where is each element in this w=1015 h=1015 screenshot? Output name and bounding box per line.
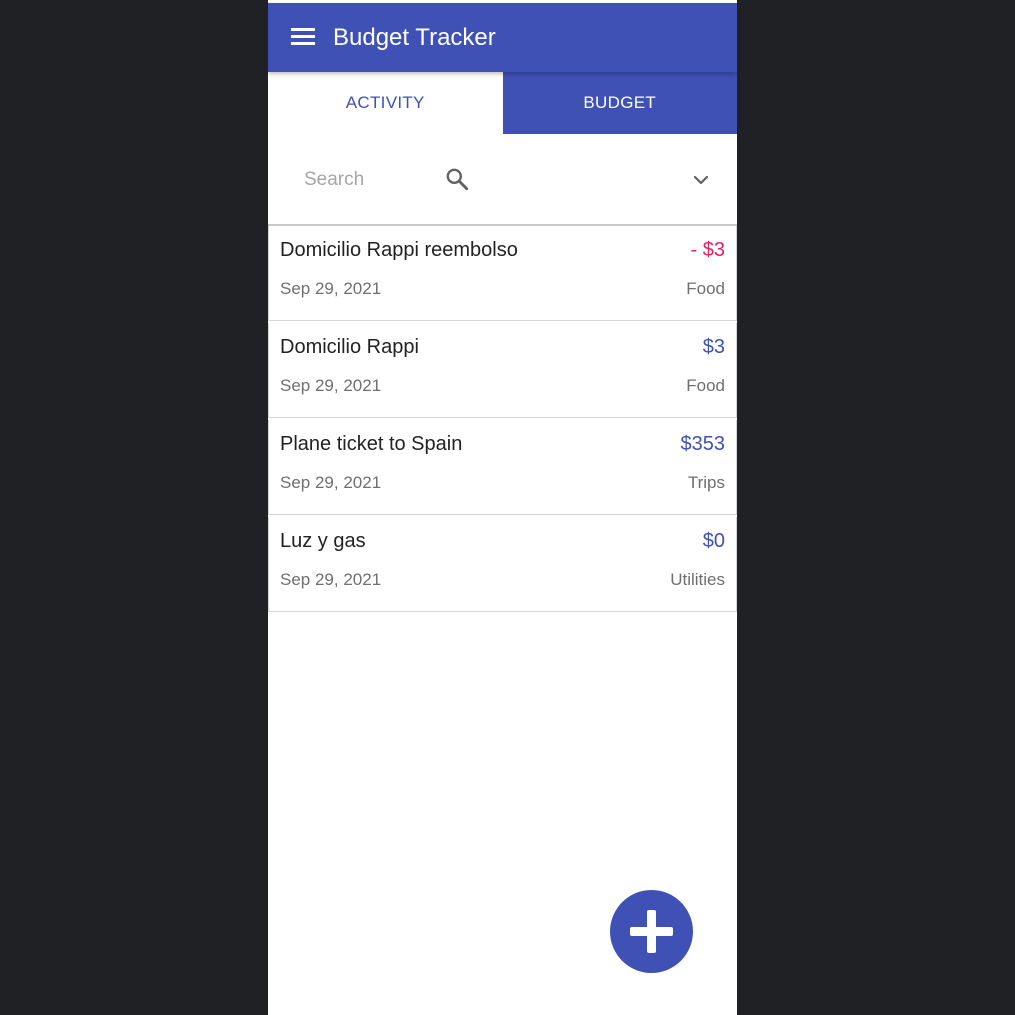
transaction-amount: - $3 bbox=[690, 239, 725, 261]
transaction-name: Domicilio Rappi reembolso bbox=[280, 239, 518, 261]
app-bar: Budget Tracker bbox=[268, 3, 737, 72]
menu-icon[interactable] bbox=[291, 28, 315, 46]
transaction-date: Sep 29, 2021 bbox=[280, 279, 382, 298]
transaction-name: Domicilio Rappi bbox=[280, 336, 419, 358]
tab-activity[interactable]: ACTIVITY bbox=[268, 72, 503, 134]
search-icon[interactable] bbox=[444, 166, 470, 192]
list-item[interactable]: Domicilio Rappi $3 Sep 29, 2021 Food bbox=[268, 323, 737, 418]
transaction-category: Food bbox=[686, 279, 725, 298]
app-screen: Budget Tracker ACTIVITY BUDGET Domicilio… bbox=[268, 0, 737, 1015]
transaction-amount: $0 bbox=[702, 530, 725, 552]
transaction-amount: $353 bbox=[680, 433, 726, 455]
tab-bar: ACTIVITY BUDGET bbox=[268, 72, 737, 134]
transaction-name: Luz y gas bbox=[280, 530, 366, 552]
transaction-category: Trips bbox=[687, 473, 725, 492]
plus-icon bbox=[630, 910, 673, 953]
chevron-down-icon[interactable] bbox=[689, 168, 713, 192]
search-input[interactable] bbox=[302, 166, 436, 194]
list-item[interactable]: Domicilio Rappi reembolso - $3 Sep 29, 2… bbox=[268, 226, 737, 321]
transaction-category: Utilities bbox=[670, 570, 725, 589]
add-transaction-button[interactable] bbox=[610, 890, 693, 973]
tab-budget[interactable]: BUDGET bbox=[502, 72, 737, 134]
list-item[interactable]: Plane ticket to Spain $353 Sep 29, 2021 … bbox=[268, 420, 737, 515]
list-item[interactable]: Luz y gas $0 Sep 29, 2021 Utilities bbox=[268, 517, 737, 612]
transaction-date: Sep 29, 2021 bbox=[280, 376, 382, 395]
transaction-category: Food bbox=[686, 376, 725, 395]
transaction-amount: $3 bbox=[702, 336, 725, 358]
transaction-date: Sep 29, 2021 bbox=[280, 570, 382, 589]
transaction-list: Domicilio Rappi reembolso - $3 Sep 29, 2… bbox=[268, 226, 737, 614]
app-title: Budget Tracker bbox=[333, 24, 496, 51]
transaction-date: Sep 29, 2021 bbox=[280, 473, 382, 492]
search-bar bbox=[268, 134, 737, 226]
transaction-name: Plane ticket to Spain bbox=[280, 433, 463, 455]
